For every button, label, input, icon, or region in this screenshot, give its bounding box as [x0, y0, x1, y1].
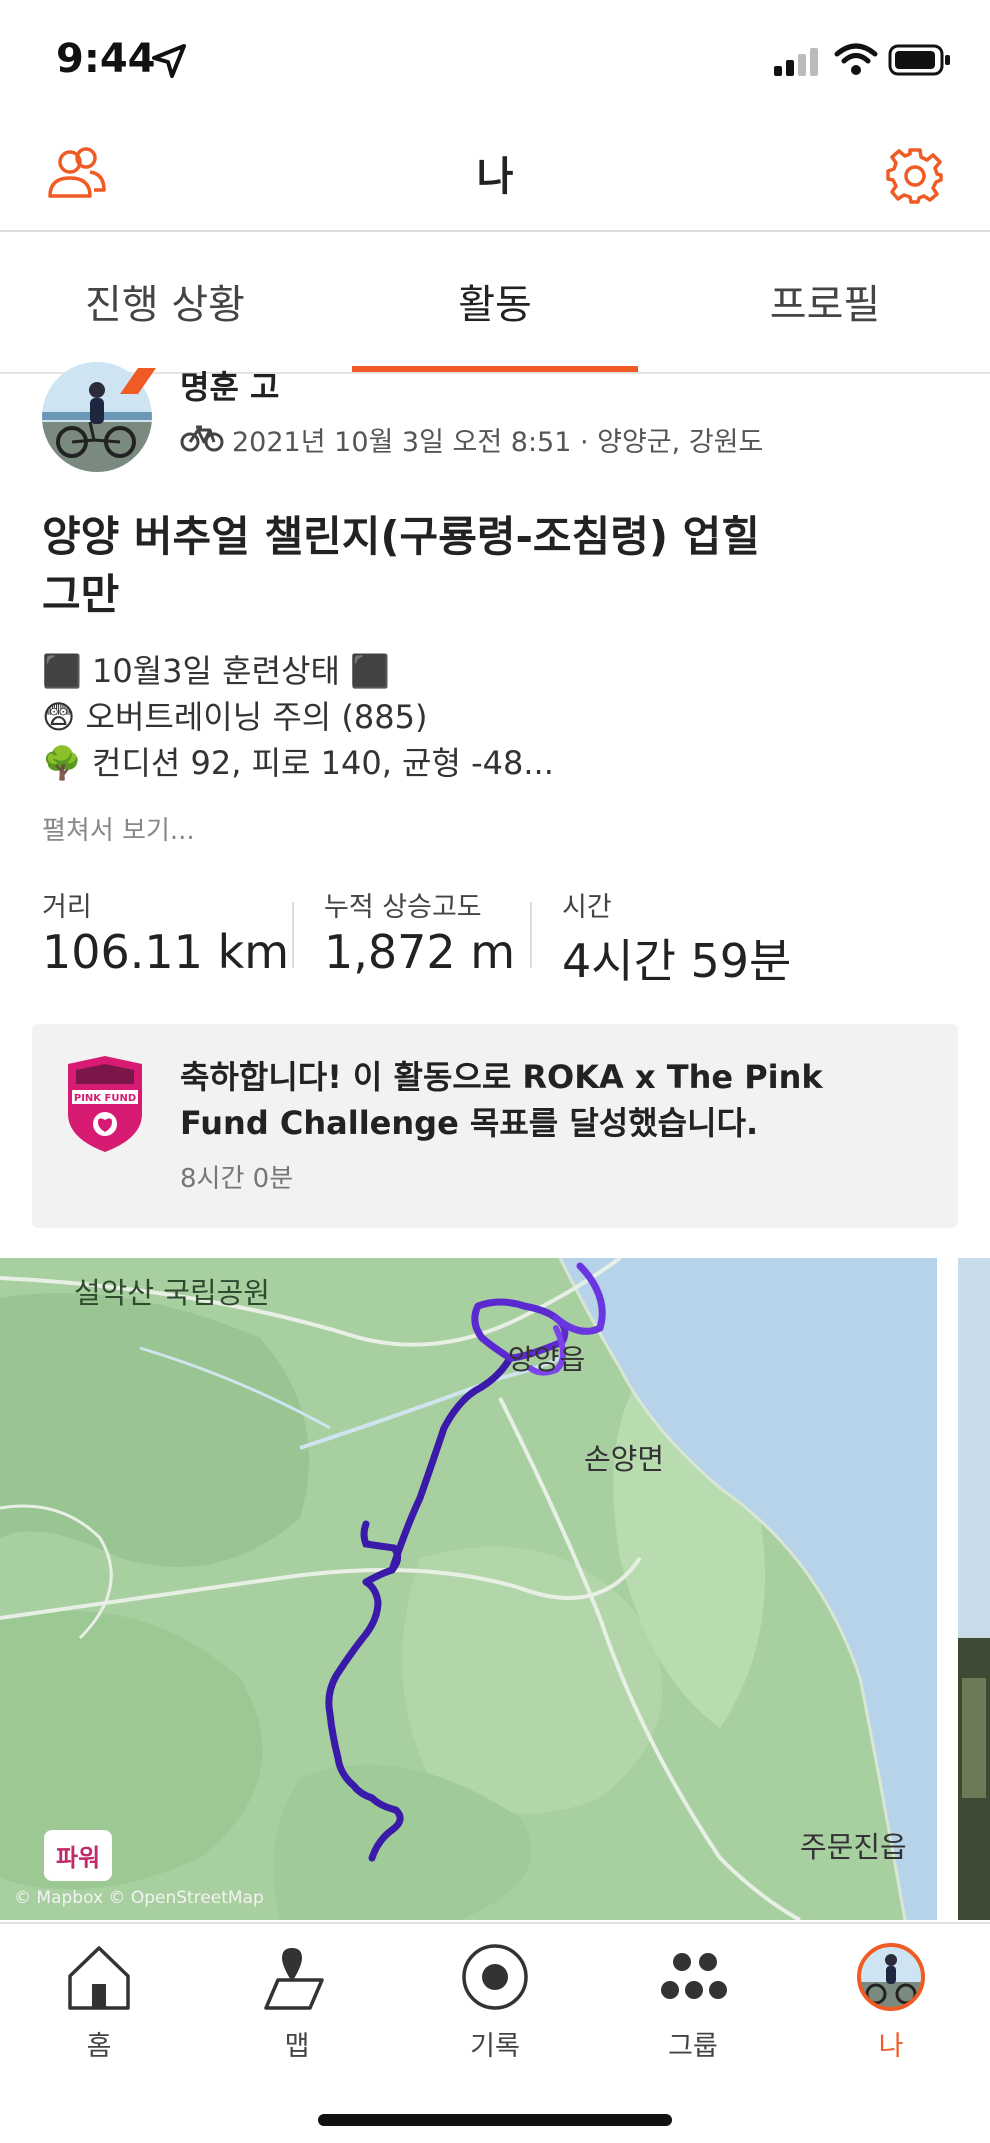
- tab-profile[interactable]: 프로필: [660, 272, 990, 330]
- power-badge[interactable]: 파워: [44, 1830, 113, 1881]
- activity-datetime-location: 2021년 10월 3일 오전 8:51 · 양양군, 강원도: [232, 427, 764, 458]
- nav-you-label: 나: [878, 2031, 904, 2062]
- description-line: 🌳 컨디션 92, 피로 140, 균형 -48...: [42, 744, 554, 782]
- activity-description: ⬛ 10월3일 훈련상태 ⬛ 😨 오버트레이닝 주의 (885) 🌳 컨디션 9…: [42, 648, 554, 786]
- location-arrow-icon: [152, 44, 186, 78]
- next-photo-peek[interactable]: [958, 1258, 990, 1920]
- bottom-navigation: 홈 맵 기록 그룹 나: [0, 1922, 990, 2143]
- map-label-south-town: 주문진읍: [800, 1830, 907, 1864]
- stat-elevation-value: 1,872 m: [324, 925, 516, 979]
- battery-icon: [888, 44, 950, 76]
- description-line: ⬛ 10월3일 훈련상태 ⬛: [42, 652, 390, 690]
- expand-description-link[interactable]: 펼쳐서 보기...: [42, 810, 195, 847]
- nav-home[interactable]: 홈: [0, 1932, 198, 2072]
- status-bar: 9:44: [0, 0, 990, 120]
- nav-groups-label: 그룹: [668, 2031, 718, 2062]
- status-time: 9:44: [56, 36, 156, 82]
- home-icon: [68, 1946, 130, 2010]
- challenge-title: 축하합니다! 이 활동으로 ROKA x The Pink Fund Chall…: [180, 1058, 823, 1142]
- badge-text: PINK FUND: [74, 1093, 136, 1104]
- map-canvas: [0, 1258, 937, 1920]
- challenge-achievement-card[interactable]: PINK FUND 축하합니다! 이 활동으로 ROKA x The Pink …: [32, 1024, 958, 1228]
- stat-divider: [292, 902, 294, 968]
- map-label-district: 손양면: [584, 1442, 665, 1476]
- home-indicator: [318, 2114, 672, 2126]
- nav-you[interactable]: 나: [792, 1932, 990, 2072]
- activity-title[interactable]: 양양 버추얼 챌린지(구룡령-조침령) 업힐 그만: [42, 508, 802, 624]
- tab-progress[interactable]: 진행 상황: [0, 272, 330, 330]
- map-icon: [264, 1948, 324, 2010]
- activity-map[interactable]: 설악산 국립공원 양양읍 손양면 주문진읍 파워 © Mapbox © Open…: [0, 1258, 937, 1920]
- active-tab-indicator: [352, 366, 638, 372]
- stat-time-label: 시간: [562, 892, 612, 923]
- tab-bar: 진행 상황 활동 프로필: [0, 234, 990, 374]
- nav-record[interactable]: 기록: [396, 1932, 594, 2072]
- challenge-badge-icon: PINK FUND: [68, 1056, 142, 1152]
- description-line: 😨 오버트레이닝 주의 (885): [42, 698, 428, 736]
- nav-home-label: 홈: [86, 2031, 112, 2062]
- map-label-park: 설악산 국립공원: [74, 1276, 270, 1310]
- signal-icon: [774, 48, 818, 76]
- stat-divider: [530, 902, 532, 968]
- stat-time-value: 4시간 59분: [562, 934, 792, 988]
- record-icon: [462, 1944, 528, 2010]
- wifi-icon: [834, 43, 878, 75]
- map-label-town: 양양읍: [508, 1343, 586, 1376]
- page-title: 나: [476, 154, 514, 200]
- groups-icon: [661, 1953, 727, 1999]
- tab-activities[interactable]: 활동: [330, 272, 660, 330]
- app-header: 나: [0, 120, 990, 232]
- premium-badge-icon: [120, 368, 156, 394]
- stat-elevation-label: 누적 상승고도: [324, 892, 482, 923]
- nav-map[interactable]: 맵: [198, 1932, 396, 2072]
- challenge-time: 8시간 0분: [180, 1164, 294, 1194]
- nav-map-label: 맵: [284, 2031, 310, 2062]
- stat-distance-label: 거리: [42, 892, 92, 923]
- nav-record-label: 기록: [470, 2031, 520, 2062]
- nav-groups[interactable]: 그룹: [594, 1932, 792, 2072]
- activity-meta: 2021년 10월 3일 오전 8:51 · 양양군, 강원도: [180, 420, 763, 459]
- map-attribution[interactable]: © Mapbox © OpenStreetMap: [14, 1888, 264, 1908]
- gear-icon[interactable]: [886, 146, 944, 204]
- stat-distance-value: 106.11 km: [42, 925, 290, 979]
- bike-icon: [180, 425, 224, 452]
- avatar: [857, 1943, 925, 2011]
- athlete-name[interactable]: 명훈 고: [180, 362, 279, 408]
